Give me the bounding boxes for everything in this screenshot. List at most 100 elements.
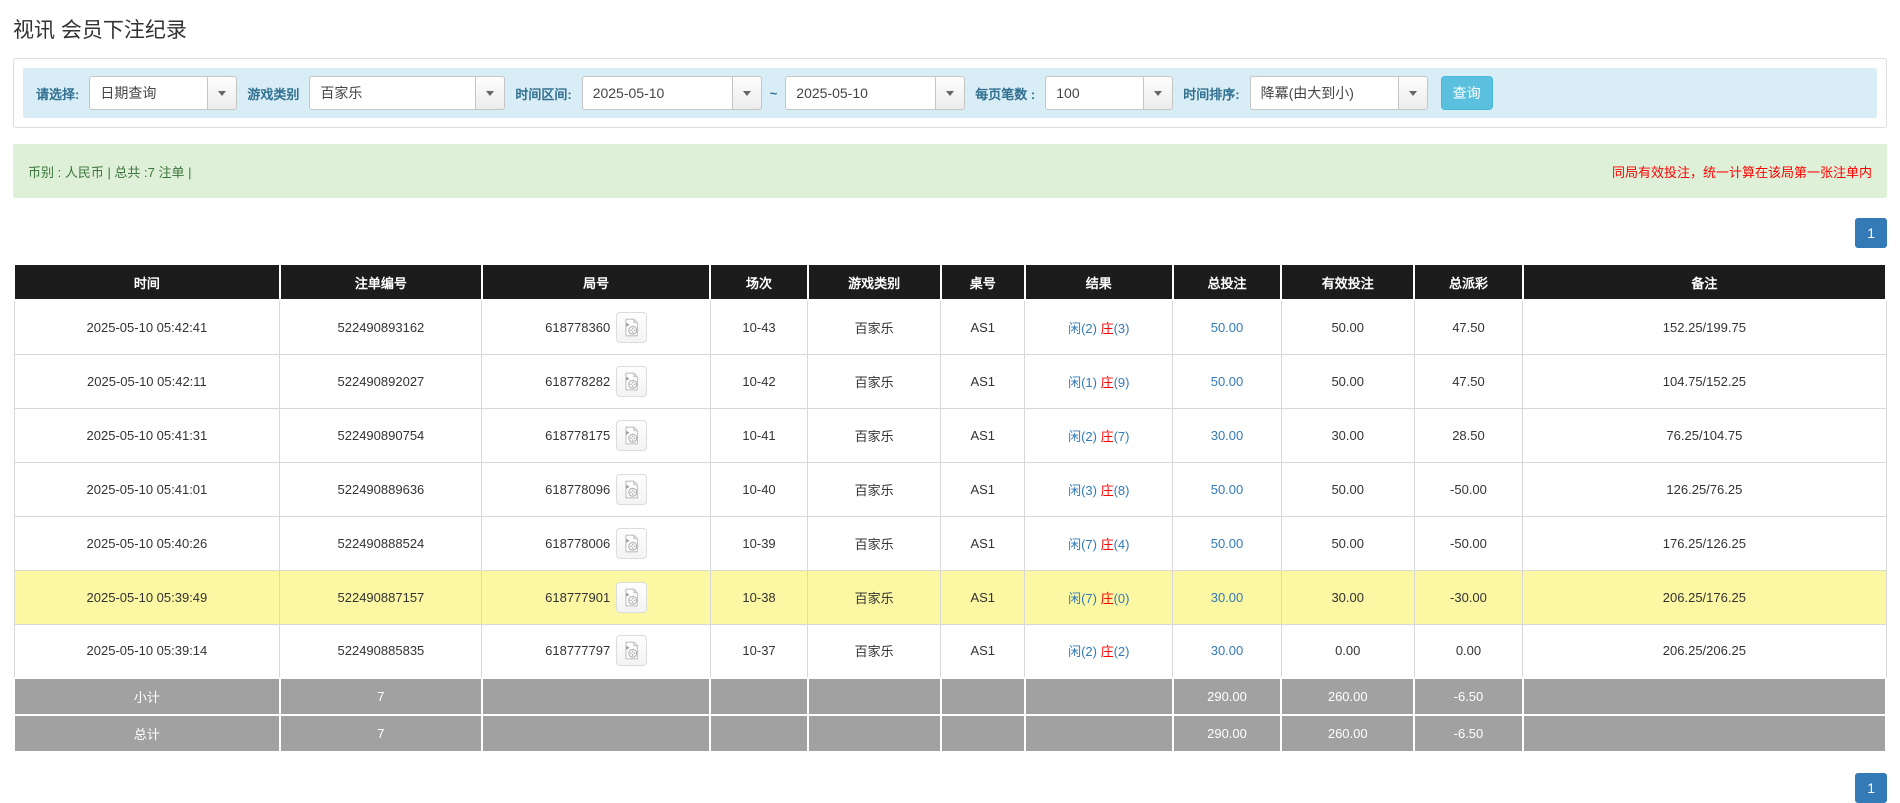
result-banker-label: 庄 xyxy=(1100,590,1114,606)
table-row: 2025-05-10 05:41:31 522490890754 618778175… xyxy=(13,407,1887,463)
time-sort-value[interactable]: 降冪(由大到小) xyxy=(1249,76,1398,110)
cell-time: 2025-05-10 05:41:31 xyxy=(13,407,281,463)
round-id-text: 618777797 xyxy=(545,643,611,659)
video-file-icon xyxy=(625,480,639,498)
total-bet-link[interactable]: 30.00 xyxy=(1211,590,1244,605)
cell-result: 闲(2) 庄(7) xyxy=(1024,407,1174,463)
table-footer: 小计 7 290.00 260.00 -6.50 总计 7 290.00 260.00 -6.50 xyxy=(13,677,1888,753)
summary-empty-cell xyxy=(939,714,1026,753)
summary-bar: 币别 : 人民币 | 总共 :7 注单 | 同局有效投注，统一计算在该局第一张注… xyxy=(13,144,1887,198)
cell-table-id: AS1 xyxy=(940,461,1026,517)
cell-note: 126.25/76.25 xyxy=(1522,461,1887,517)
video-replay-button[interactable] xyxy=(616,581,648,613)
caret-down-icon xyxy=(486,90,495,96)
summary-empty-cell xyxy=(480,677,712,716)
total-bet-link[interactable]: 50.00 xyxy=(1211,374,1244,389)
cell-result: 闲(2) 庄(2) xyxy=(1024,623,1174,679)
cell-valid-bet: 50.00 xyxy=(1280,515,1415,571)
currency-total-text: 币别 : 人民币 | 总共 :7 注单 | xyxy=(28,164,192,180)
cell-session: 10-42 xyxy=(709,353,809,409)
summary-empty-cell xyxy=(939,677,1026,716)
bet-records-table: 时间 注单编号 局号 场次 游戏类别 桌号 结果 总投注 有效投注 总派彩 备注 2025-05-1… xyxy=(13,263,1888,753)
cell-table-id: AS1 xyxy=(940,407,1026,463)
table-row: 2025-05-10 05:41:01 522490889636 618778096… xyxy=(13,461,1887,517)
cell-valid-bet: 0.00 xyxy=(1280,623,1415,679)
cell-total-bet: 50.00 xyxy=(1172,515,1282,571)
table-row: 2025-05-10 05:42:41 522490893162 618778360… xyxy=(13,299,1887,355)
cell-total-bet: 30.00 xyxy=(1172,569,1282,625)
table-row: 2025-05-10 05:42:11 522490892027 618778282… xyxy=(13,353,1887,409)
result-player: 闲(3) xyxy=(1068,482,1097,498)
column-header-4: 游戏类别 xyxy=(806,263,942,301)
date-from-select[interactable]: 2025-05-10 xyxy=(581,76,762,110)
column-header-5: 桌号 xyxy=(939,263,1026,301)
cell-table-id: AS1 xyxy=(940,299,1026,355)
total-bet-link[interactable]: 30.00 xyxy=(1211,643,1244,658)
search-button[interactable]: 查询 xyxy=(1440,76,1493,110)
summary-empty-cell xyxy=(1521,677,1888,716)
total-bet-link[interactable]: 50.00 xyxy=(1211,536,1244,551)
cell-round-id: 618778006 xyxy=(481,515,711,571)
date-from-caret-button[interactable] xyxy=(731,76,762,110)
result-player: 闲(7) xyxy=(1068,536,1097,552)
cell-game-type: 百家乐 xyxy=(807,461,942,517)
query-type-select[interactable]: 日期查询 xyxy=(89,76,238,110)
cell-valid-bet: 50.00 xyxy=(1280,353,1415,409)
game-type-value[interactable]: 百家乐 xyxy=(309,76,476,110)
cell-valid-bet: 30.00 xyxy=(1280,407,1415,463)
time-sort-caret-button[interactable] xyxy=(1397,76,1428,110)
page-1-button[interactable]: 1 xyxy=(1855,773,1887,803)
game-type-select[interactable]: 百家乐 xyxy=(309,76,506,110)
cell-bet-id: 522490893162 xyxy=(279,299,483,355)
cell-table-id: AS1 xyxy=(940,353,1026,409)
cell-session: 10-37 xyxy=(709,623,809,679)
page-size-select[interactable]: 100 xyxy=(1045,76,1174,110)
summary-valid-bet: 260.00 xyxy=(1280,714,1416,753)
date-to-value[interactable]: 2025-05-10 xyxy=(785,76,936,110)
summary-valid-bet: 260.00 xyxy=(1280,677,1416,716)
column-header-7: 总投注 xyxy=(1171,263,1283,301)
total-bet-link[interactable]: 30.00 xyxy=(1211,428,1244,443)
cell-time: 2025-05-10 05:40:26 xyxy=(13,515,281,571)
cell-time: 2025-05-10 05:39:49 xyxy=(13,569,281,625)
pagination-top: 1 xyxy=(13,218,1887,248)
total-bet-link[interactable]: 50.00 xyxy=(1211,482,1244,497)
result-banker-value: (8) xyxy=(1113,482,1130,498)
cell-note: 104.75/152.25 xyxy=(1522,353,1887,409)
game-type-caret-button[interactable] xyxy=(475,76,506,110)
video-replay-button[interactable] xyxy=(616,527,648,559)
video-replay-button[interactable] xyxy=(616,419,648,451)
date-to-caret-button[interactable] xyxy=(935,76,966,110)
query-type-caret-button[interactable] xyxy=(207,76,238,110)
summary-label: 小计 xyxy=(13,677,281,716)
filter-panel: 请选择: 日期查询 游戏类别 百家乐 时间区间: 2025-05-10 ~ 20… xyxy=(13,58,1887,128)
total-bet-link[interactable]: 50.00 xyxy=(1211,320,1244,335)
cell-session: 10-39 xyxy=(709,515,809,571)
column-header-6: 结果 xyxy=(1023,263,1174,301)
table-row: 2025-05-10 05:40:26 522490888524 618778006… xyxy=(13,515,1887,571)
date-from-value[interactable]: 2025-05-10 xyxy=(581,76,732,110)
result-banker-value: (7) xyxy=(1113,428,1130,444)
video-file-icon xyxy=(625,534,639,552)
video-replay-button[interactable] xyxy=(616,635,648,667)
result-banker-label: 庄 xyxy=(1100,536,1114,552)
video-replay-button[interactable] xyxy=(616,365,648,397)
result-banker-value: (3) xyxy=(1113,320,1130,336)
summary-empty-cell xyxy=(709,714,809,753)
time-sort-select[interactable]: 降冪(由大到小) xyxy=(1249,76,1428,110)
valid-bet-note-text: 同局有效投注，统一计算在该局第一张注单内 xyxy=(1611,164,1872,180)
page-size-caret-button[interactable] xyxy=(1143,76,1174,110)
time-sort-label: 时间排序: xyxy=(1183,86,1240,102)
video-replay-button[interactable] xyxy=(616,473,648,505)
query-type-value[interactable]: 日期查询 xyxy=(89,76,208,110)
cell-bet-id: 522490887157 xyxy=(279,569,483,625)
page-1-button[interactable]: 1 xyxy=(1855,218,1887,248)
video-file-icon xyxy=(625,426,639,444)
video-replay-button[interactable] xyxy=(616,311,648,343)
result-banker-label: 庄 xyxy=(1100,644,1114,660)
page-size-value[interactable]: 100 xyxy=(1045,76,1144,110)
date-to-select[interactable]: 2025-05-10 xyxy=(785,76,966,110)
summary-payout: -6.50 xyxy=(1413,714,1524,753)
cell-game-type: 百家乐 xyxy=(807,623,942,679)
table-body: 2025-05-10 05:42:41 522490893162 618778360… xyxy=(13,299,1887,679)
